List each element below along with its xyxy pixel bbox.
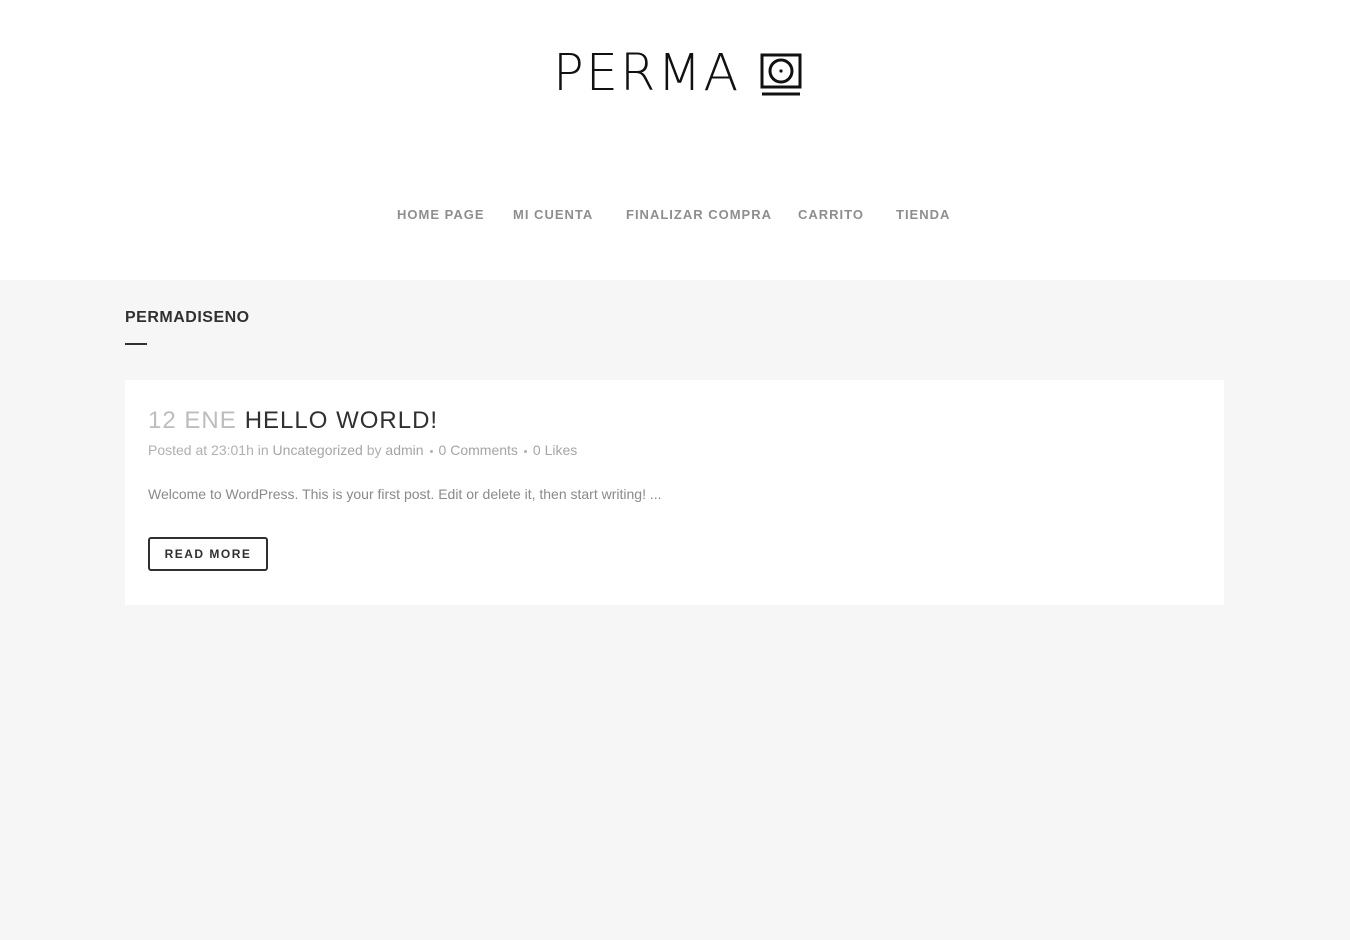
logo-text: PERMA <box>553 44 741 103</box>
read-more-button[interactable]: READ MORE <box>148 537 268 571</box>
nav-item-tienda[interactable]: TIENDA <box>896 207 950 223</box>
page-title: PERMADISENO <box>125 309 250 326</box>
site-header: PERMA HOME PAGE MI CUENTA FINALIZAR COMP… <box>0 0 1350 280</box>
post-meta: Posted at 23:01h in Uncategorized by adm… <box>148 442 577 458</box>
nav-item-carrito[interactable]: CARRITO <box>798 207 864 223</box>
site-logo[interactable]: PERMA <box>553 44 803 103</box>
post-excerpt: Welcome to WordPress. This is your first… <box>148 486 662 502</box>
title-separator <box>125 343 147 345</box>
author-by-text: by <box>366 442 382 458</box>
post-heading: 12 ENE HELLO WORLD! <box>148 406 438 436</box>
author-link[interactable]: admin <box>385 442 423 458</box>
nav-item-finalizar-compra[interactable]: FINALIZAR COMPRA <box>626 207 772 223</box>
nav-item-mi-cuenta[interactable]: MI CUENTA <box>513 207 593 223</box>
likes-link[interactable]: 0 Likes <box>533 442 577 458</box>
post-date: 12 ENE <box>148 407 237 434</box>
meta-separator-dot <box>523 449 527 453</box>
category-link[interactable]: Uncategorized <box>273 442 363 458</box>
post-time-prefix: Posted at 23:01h in <box>148 442 269 458</box>
logo-disc-icon <box>760 53 802 96</box>
comments-link[interactable]: 0 Comments <box>439 442 518 458</box>
nav-item-home-page[interactable]: HOME PAGE <box>397 207 485 223</box>
main-navigation: HOME PAGE MI CUENTA FINALIZAR COMPRA CAR… <box>0 207 1350 223</box>
post-title-link[interactable]: HELLO WORLD! <box>245 407 438 434</box>
meta-separator-dot <box>429 449 433 453</box>
blog-post-card: 12 ENE HELLO WORLD! Posted at 23:01h in U… <box>125 380 1224 605</box>
